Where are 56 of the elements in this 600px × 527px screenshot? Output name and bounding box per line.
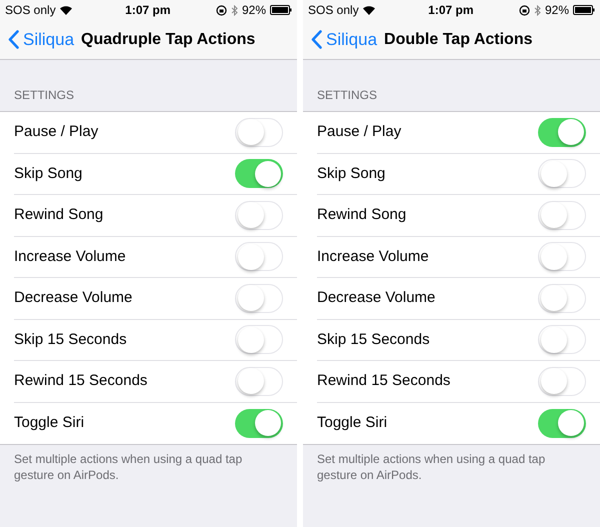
battery-text: 92% [544, 2, 569, 19]
carrier-text: SOS only [5, 2, 56, 19]
setting-label: Skip Song [14, 164, 82, 184]
bluetooth-icon [230, 4, 238, 16]
setting-label: Skip 15 Seconds [14, 330, 127, 350]
back-button[interactable]: Siliqua [311, 26, 378, 52]
section-header: SETTINGS [317, 87, 378, 104]
toggle-switch[interactable] [235, 408, 283, 438]
section-header: SETTINGS [14, 87, 74, 104]
rotation-lock-icon [518, 4, 530, 16]
setting-label: Skip 15 Seconds [317, 330, 430, 350]
setting-label: Toggle Siri [14, 413, 84, 433]
setting-label: Pause / Play [317, 122, 402, 142]
toggle-switch[interactable] [538, 159, 586, 188]
battery-icon [573, 5, 595, 15]
battery-icon [270, 5, 292, 15]
toggle-switch[interactable] [538, 284, 586, 313]
carrier-text: SOS only [308, 2, 359, 19]
screen-title: Quadruple Tap Actions [81, 30, 256, 50]
setting-label: Rewind Song [317, 205, 406, 225]
battery-text: 92% [242, 2, 266, 19]
toggle-switch[interactable] [235, 118, 283, 147]
chevron-icon [311, 30, 322, 49]
toggle-switch[interactable] [235, 242, 283, 272]
setting-label: Rewind 15 Seconds [317, 371, 450, 391]
setting-label: Rewind 15 Seconds [14, 371, 148, 391]
setting-label: Decrease Volume [317, 288, 436, 308]
rotation-lock-icon [216, 4, 227, 16]
toggle-switch[interactable] [538, 366, 586, 396]
wifi-icon [60, 6, 72, 14]
back-button[interactable]: Siliqua [8, 26, 74, 52]
toggle-switch[interactable] [538, 200, 586, 230]
footer-note: Set multiple actions when using a quad tap gesture on AirPods. [317, 451, 546, 483]
toggle-switch[interactable] [235, 284, 283, 313]
toggle-switch[interactable] [235, 200, 283, 230]
time-text: 1:07 pm [125, 2, 171, 19]
setting-label: Pause / Play [14, 122, 98, 142]
setting-label: Decrease Volume [14, 288, 132, 308]
toggle-switch[interactable] [538, 408, 586, 438]
setting-label: Rewind Song [14, 205, 104, 225]
toggle-switch[interactable] [538, 118, 586, 147]
toggle-switch[interactable] [538, 325, 586, 354]
screen-title: Double Tap Actions [384, 30, 532, 50]
setting-label: Skip Song [317, 164, 386, 184]
toggle-switch[interactable] [235, 366, 283, 396]
setting-label: Increase Volume [14, 246, 126, 266]
toggle-switch[interactable] [235, 325, 283, 354]
chevron-icon [8, 30, 19, 49]
toggle-switch[interactable] [538, 242, 586, 272]
setting-label: Toggle Siri [317, 413, 388, 433]
bluetooth-icon [534, 4, 541, 16]
toggle-switch[interactable] [235, 159, 283, 188]
time-text: 1:07 pm [428, 2, 474, 19]
footer-note: Set multiple actions when using a quad tap gesture on AirPods. [14, 451, 244, 483]
setting-label: Increase Volume [317, 246, 429, 266]
wifi-icon [362, 6, 375, 14]
